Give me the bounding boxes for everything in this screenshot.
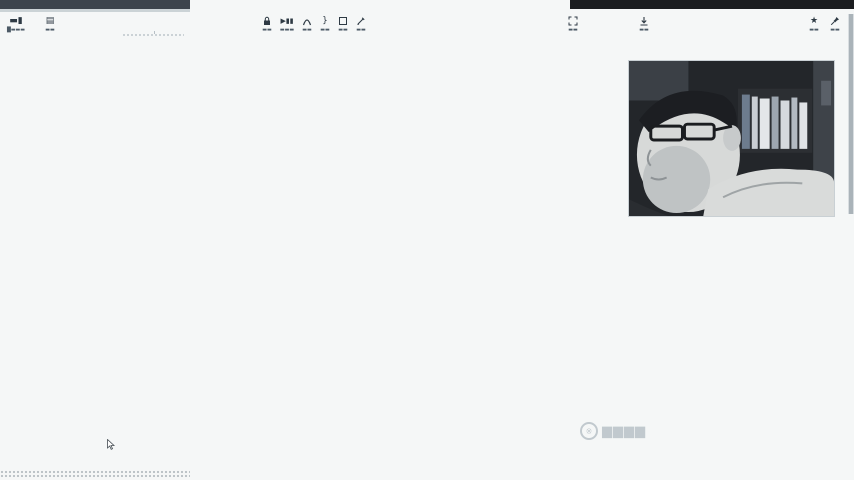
webcam-overlay [628,60,835,217]
grid-icon: ▤ [45,16,55,26]
top-left-chrome [0,0,190,9]
toolbar-pin-label: ▬▬ [830,27,840,33]
app-window: ▬▮ █▬▬▬ ▤ ▬▬ ▬▬ ▶▮▮ ▬▬▬ ▬▬ } ▬▬ ▬▬ ▬▬ ▬▬… [0,0,854,480]
toolbar-download-tool[interactable]: ▬▬ [630,16,658,40]
watermark: ※ ▆▆▆▆ [580,420,646,442]
toolbar-expand-label: ▬▬ [568,27,578,33]
pin-icon [821,16,849,27]
toolbar-left-tool-2[interactable]: ▤ ▬▬ [36,16,64,40]
toolbar-pen-label: ▬▬ [356,27,366,33]
toolbar-pin-tool[interactable]: ▬▬ [821,16,849,40]
toolbar-left-tool-1[interactable]: ▬▮ █▬▬▬ [2,16,30,40]
toolbar-left-tool-1-label: █▬▬▬ [6,27,26,33]
panel-toggle-icon: ▬▮ [9,16,23,26]
watermark-text: ▆▆▆▆ [602,423,646,439]
expand-icon [559,16,587,27]
watermark-logo-icon: ※ [580,422,598,440]
webcam-feed-image [629,61,834,216]
pen-icon [347,16,375,27]
toolbar-download-label: ▬▬ [639,27,649,33]
top-right-chrome [570,0,854,9]
scrollbar-thumb[interactable] [849,14,853,214]
bottom-dotted-strip [0,470,190,477]
toolbar-left-tool-2-label: ▬▬ [45,27,55,33]
download-icon [630,16,658,27]
mouse-cursor-icon [107,439,115,450]
toolbar-dotted-separator [122,33,184,37]
toolbar-pen-tool[interactable]: ▬▬ [347,16,375,40]
toolbar-expand-tool[interactable]: ▬▬ [559,16,587,40]
